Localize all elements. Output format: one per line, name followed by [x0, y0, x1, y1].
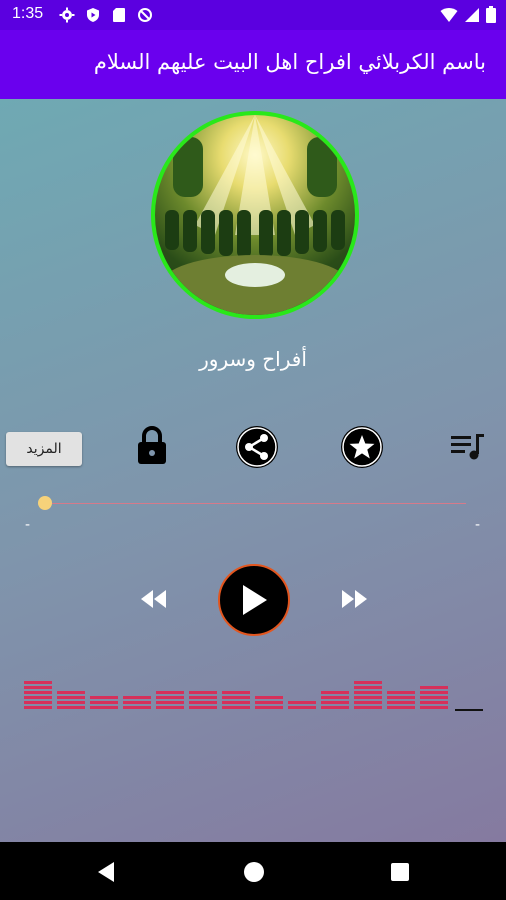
wifi-icon	[440, 7, 458, 27]
equalizer-bar	[321, 691, 349, 709]
equalizer-bar	[189, 691, 217, 709]
home-icon[interactable]	[242, 860, 266, 884]
play-protect-icon	[84, 6, 102, 24]
equalizer-bar	[123, 696, 151, 709]
app-bar: باسم الكربلائي افراح اهل البيت عليهم الس…	[0, 30, 506, 99]
equalizer-bar	[288, 701, 316, 709]
status-bar: 1:35	[0, 0, 506, 30]
data-saver-icon	[136, 6, 154, 24]
sd-card-icon	[110, 6, 128, 24]
back-icon[interactable]	[94, 860, 118, 884]
recents-icon[interactable]	[389, 861, 411, 883]
equalizer-bar	[156, 691, 184, 709]
equalizer-visualizer	[24, 681, 483, 711]
gear-icon	[58, 6, 76, 24]
status-time: 1:35	[12, 5, 44, 22]
navigation-bar	[0, 842, 506, 900]
equalizer-bar	[90, 696, 118, 709]
app-title: باسم الكربلائي افراح اهل البيت عليهم الس…	[93, 50, 486, 74]
equalizer-bar	[222, 691, 250, 709]
equalizer-bar	[420, 686, 448, 709]
equalizer-bar	[255, 696, 283, 709]
equalizer-bar	[455, 709, 483, 711]
equalizer-bar	[354, 681, 382, 709]
equalizer-bar	[387, 691, 415, 709]
equalizer-bar	[24, 681, 52, 709]
equalizer-bar	[57, 691, 85, 709]
battery-icon	[486, 6, 496, 27]
player-screen: أفراح وسرور المزيد - -	[0, 99, 506, 842]
signal-icon	[464, 7, 480, 27]
